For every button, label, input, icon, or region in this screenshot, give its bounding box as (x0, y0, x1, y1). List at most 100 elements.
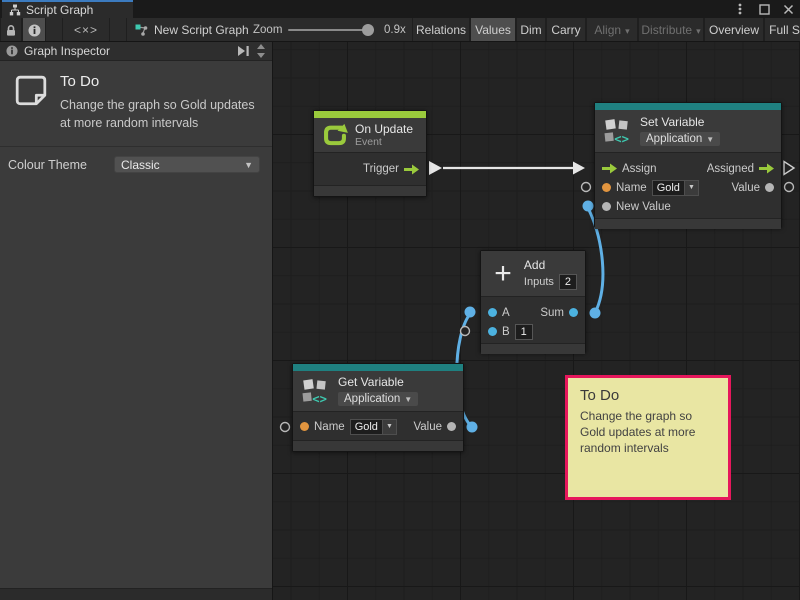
zoom-label: Zoom (253, 18, 282, 42)
node-title: Get Variable (338, 375, 418, 389)
tab-script-graph[interactable]: Script Graph (2, 0, 133, 18)
inputs-label: Inputs (524, 276, 554, 288)
scroll-spinner-icon[interactable] (256, 43, 266, 59)
variables-icon: <> (603, 116, 633, 146)
value-port-label: Value (413, 421, 442, 433)
titlebar: Script Graph (0, 0, 800, 18)
carry-button[interactable]: Carry (546, 18, 586, 42)
colour-theme-label: Colour Theme (8, 158, 87, 172)
graph-inspector-panel: Graph Inspector To Do Change the graph s… (0, 42, 273, 600)
sticky-note-title: To Do (580, 387, 716, 404)
add-a-port-dot (465, 307, 476, 318)
graph-inspector-toggle-button[interactable] (22, 18, 46, 42)
node-footer (293, 440, 463, 451)
svg-text:<>: <> (312, 392, 327, 406)
trigger-output-marker (429, 161, 442, 175)
tab-label: Script Graph (26, 3, 93, 17)
name-port-dot[interactable] (300, 422, 309, 431)
node-title: Set Variable (640, 115, 720, 129)
inspector-footer (0, 588, 272, 600)
flow-arrow-icon (602, 163, 617, 174)
trigger-port-label: Trigger (363, 163, 399, 175)
chevron-down-icon: ▼ (244, 160, 253, 170)
new-script-graph-button[interactable]: New Script Graph (126, 18, 257, 42)
overview-button[interactable]: Overview (704, 18, 764, 42)
name-port-label: Name (314, 421, 345, 433)
chevron-down-icon: ▼ (383, 419, 397, 435)
variable-name-field[interactable]: Gold ▼ (652, 180, 699, 196)
node-set-variable[interactable]: <> Set Variable Application ▼ Assign Ass… (594, 102, 782, 228)
zoom-slider-handle[interactable] (362, 24, 374, 36)
assign-port-label: Assign (622, 163, 657, 175)
node-colorbar (595, 103, 781, 110)
info-icon (28, 24, 41, 37)
colour-theme-row: Colour Theme Classic ▼ (0, 147, 272, 182)
close-icon[interactable] (782, 2, 794, 16)
node-footer (481, 343, 585, 354)
get-name-port-circle (281, 423, 290, 432)
sum-port-dot[interactable] (569, 308, 578, 317)
sticky-note[interactable]: To Do Change the graph so Gold updates a… (565, 375, 731, 500)
node-subtitle: Event (355, 136, 413, 148)
node-title: Add (524, 258, 577, 272)
graph-inspector-header[interactable]: Graph Inspector (0, 42, 272, 61)
dim-button[interactable]: Dim (516, 18, 546, 42)
graph-tree-icon (9, 4, 21, 16)
info-icon (6, 45, 18, 57)
dock-icon[interactable] (237, 45, 250, 57)
variable-name-value: Gold (652, 180, 685, 196)
add-b-port-circle (461, 327, 470, 336)
b-port-dot[interactable] (488, 327, 497, 336)
set-value-port-circle (785, 183, 794, 192)
colour-theme-value: Classic (121, 158, 160, 172)
b-value-field[interactable]: 1 (515, 324, 533, 340)
values-button[interactable]: Values (470, 18, 516, 42)
new-value-port-label: New Value (616, 201, 671, 213)
set-newvalue-port-dot (583, 201, 594, 212)
sticky-note-icon (14, 73, 48, 109)
set-assigned-port-triangle (784, 162, 794, 175)
distribute-button[interactable]: Distribute (638, 18, 704, 42)
fullscreen-button[interactable]: Full S (764, 18, 800, 42)
node-colorbar (314, 111, 426, 118)
value-port-dot[interactable] (765, 183, 774, 192)
assigned-port-label: Assigned (707, 163, 754, 175)
node-footer (314, 185, 426, 196)
colour-theme-select[interactable]: Classic ▼ (114, 156, 260, 173)
value-port-dot[interactable] (447, 422, 456, 431)
lock-icon[interactable] (0, 18, 22, 42)
toolbar: <×> New Script Graph Zoom 0.9x Relations… (0, 18, 800, 42)
value-port-label: Value (731, 182, 760, 194)
chevron-down-icon: ▼ (685, 180, 699, 196)
inputs-count-field[interactable]: 2 (559, 274, 577, 290)
variable-scope-dropdown[interactable]: Application ▼ (338, 392, 418, 406)
script-graph-asset-icon (135, 24, 149, 37)
relations-button[interactable]: Relations (412, 18, 470, 42)
a-port-dot[interactable] (488, 308, 497, 317)
graph-inspector-title: Graph Inspector (24, 44, 110, 58)
script-graph-window: Script Graph <×> (0, 0, 800, 600)
node-on-update[interactable]: On Update Event Trigger (313, 110, 427, 197)
variable-name-field[interactable]: Gold ▼ (350, 419, 397, 435)
name-port-dot[interactable] (602, 183, 611, 192)
align-button[interactable]: Align (586, 18, 638, 42)
window-menu-icon[interactable] (734, 2, 746, 16)
svg-text:<>: <> (614, 132, 629, 146)
a-port-label: A (502, 307, 510, 319)
node-add[interactable]: + Add Inputs 2 A Sum (480, 250, 586, 353)
sum-port-label: Sum (540, 307, 564, 319)
graph-canvas[interactable]: On Update Event Trigger (273, 42, 800, 600)
maximize-icon[interactable] (758, 2, 770, 16)
b-port-label: B (502, 326, 510, 338)
variables-icon: <> (301, 376, 331, 406)
zoom-slider[interactable] (288, 29, 374, 31)
variable-scope-dropdown[interactable]: Application ▼ (640, 132, 720, 146)
node-colorbar (293, 364, 463, 371)
scope-label: Application (646, 133, 702, 145)
get-value-port-dot (467, 422, 478, 433)
flow-arrow-icon (404, 164, 419, 175)
new-value-port-dot[interactable] (602, 202, 611, 211)
variable-name-value: Gold (350, 419, 383, 435)
code-view-button[interactable]: <×> (62, 18, 110, 42)
node-get-variable[interactable]: <> Get Variable Application ▼ Name Gold (292, 363, 464, 452)
